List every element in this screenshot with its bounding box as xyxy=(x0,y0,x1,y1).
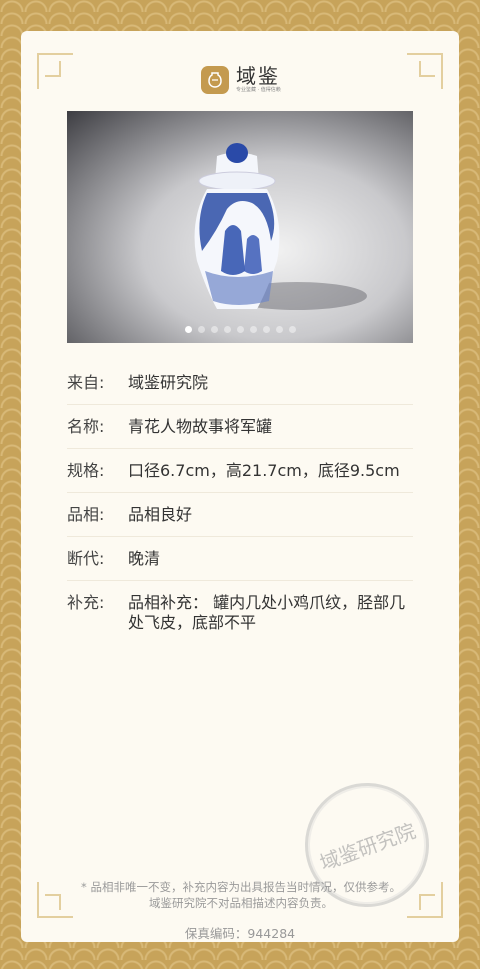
brand-logo: 域鉴 专业鉴藏 · 值得信赖 xyxy=(201,65,281,94)
detail-row: 断代: 晚清 xyxy=(67,537,413,581)
corner-ornament xyxy=(37,882,73,918)
detail-row: 品相: 品相良好 xyxy=(67,493,413,537)
authenticity-code: 保真编码：944284 xyxy=(184,926,296,941)
carousel-dot[interactable] xyxy=(249,326,257,333)
corner-ornament xyxy=(407,53,443,89)
carousel-dot[interactable] xyxy=(210,326,218,333)
detail-list: 来自: 域鉴研究院 名称: 青花人物故事将军罐 规格: 口径6.7cm，高21.7cm… xyxy=(67,361,413,644)
carousel-dots xyxy=(67,326,413,333)
carousel-dot[interactable] xyxy=(197,326,205,333)
detail-row: 规格: 口径6.7cm，高21.7cm，底径9.5cm xyxy=(67,449,413,493)
carousel-dot[interactable] xyxy=(288,326,296,333)
corner-ornament xyxy=(37,53,73,89)
seal-text: 域鉴研究院 xyxy=(316,818,419,875)
carousel-dot[interactable] xyxy=(262,326,270,333)
certificate-card: 域鉴 专业鉴藏 · 值得信赖 来自: 域鉴研究院 名称: 青花人物故事将军罐 规格:… xyxy=(21,31,459,942)
carousel-dot[interactable] xyxy=(184,326,192,333)
vase-logo-icon xyxy=(201,65,229,94)
disclaimer-note: * 品相非唯一不变，补充内容为出具报告当时情况，仅供参考。域鉴研究院不对品相描述… xyxy=(81,880,401,910)
carousel-dot[interactable] xyxy=(223,326,231,333)
carousel-dot[interactable] xyxy=(236,326,244,333)
detail-row: 来自: 域鉴研究院 xyxy=(67,361,413,405)
carousel-dot[interactable] xyxy=(275,326,283,333)
brand-tagline: 专业鉴藏 · 值得信赖 xyxy=(236,87,281,93)
brand-name: 域鉴 xyxy=(236,64,280,88)
detail-row: 名称: 青花人物故事将军罐 xyxy=(67,405,413,449)
item-photo[interactable] xyxy=(67,111,413,343)
jar-image xyxy=(194,143,367,310)
detail-row: 补充: 品相补充： 罐内几处小鸡爪纹，胫部几处飞皮，底部不平 xyxy=(67,593,406,632)
